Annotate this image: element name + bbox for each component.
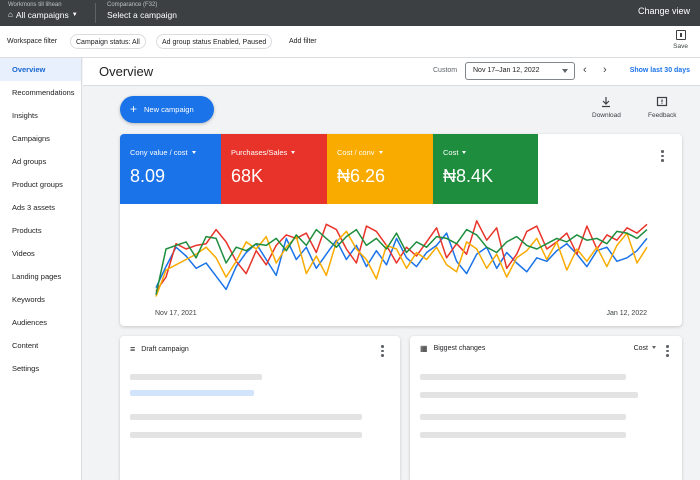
sidebar-item-ad-groups[interactable]: Ad groups	[0, 150, 81, 173]
biggest-changes-title: Biggest changes	[433, 345, 486, 352]
show-last-30-days-link[interactable]: Show last 30 days	[630, 67, 690, 74]
account-selector-label: Workmons till lihean	[8, 2, 62, 8]
sort-value: Cost	[633, 345, 648, 352]
save-icon	[675, 30, 686, 40]
x-axis-start-label: Nov 17, 2021	[155, 310, 197, 317]
sidebar-item-videos[interactable]: Videos	[0, 242, 81, 265]
metric-name: Purchases/Sales	[231, 148, 288, 157]
campaign-selector-label: Comparance (F32)	[107, 2, 158, 8]
caret-down-icon	[378, 151, 383, 154]
metric-value: 8.09	[130, 166, 166, 186]
sidebar-item-products[interactable]: Products	[0, 219, 81, 242]
home-icon: ⌂	[8, 10, 13, 19]
campaign-selector-value: Select a campaign	[107, 10, 177, 20]
sidebar-item-insights[interactable]: Insights	[0, 104, 81, 127]
metric-name: Cost / conv	[337, 148, 375, 157]
campaign-status-filter[interactable]: Campaign status: All	[70, 34, 146, 49]
sort-dropdown[interactable]: Cost	[634, 345, 656, 352]
blurred-link	[130, 390, 254, 396]
ad-group-status-filter[interactable]: Ad group status Enabled, Paused	[156, 34, 273, 49]
chart-icon: ▦	[420, 344, 428, 353]
download-label: Download	[592, 112, 621, 119]
page-title: Overview	[99, 64, 154, 79]
sidebar-item-ads-3-assets[interactable]: Ads 3 assets	[0, 196, 81, 219]
add-filter-button[interactable]: Add filter	[284, 34, 322, 49]
workspace-filter[interactable]: Workspace filter	[2, 34, 62, 49]
blurred-text	[420, 432, 626, 438]
metric-tile-cost[interactable]: Cost ₦8.4K	[433, 134, 538, 204]
previous-period-button[interactable]: ‹	[583, 64, 587, 76]
list-icon: ≡	[130, 344, 136, 354]
metric-tile-cost-per-conv[interactable]: Cost / conv ₦6.26	[327, 134, 433, 204]
caret-down-icon	[191, 151, 196, 154]
chart-series-line-3	[155, 228, 648, 295]
blurred-text	[420, 392, 638, 398]
page-header: Overview Custom Nov 17–Jan 12, 2022 ‹ › …	[83, 58, 700, 86]
plus-icon: +	[130, 102, 138, 116]
line-chart: Nov 17, 2021 Jan 12, 2022	[155, 220, 648, 317]
top-bar: Workmons till lihean ⌂ All campaigns ▼ C…	[0, 0, 700, 26]
blurred-text	[130, 374, 262, 380]
biggest-changes-card: ▦ Biggest changes Cost	[410, 336, 682, 480]
more-options-icon[interactable]	[381, 345, 384, 359]
metric-value: ₦6.26	[337, 166, 386, 186]
topbar-divider	[95, 3, 96, 23]
metric-value: 68K	[231, 166, 264, 186]
date-range-picker[interactable]: Nov 17–Jan 12, 2022	[465, 62, 575, 80]
sidebar-item-settings[interactable]: Settings	[0, 357, 81, 380]
metric-name: Cony value / cost	[130, 148, 188, 157]
sidebar-item-keywords[interactable]: Keywords	[0, 288, 81, 311]
metric-value: ₦8.4K	[443, 166, 494, 186]
metric-name: Cost	[443, 148, 459, 157]
account-selector[interactable]: Workmons till lihean ⌂ All campaigns ▼	[8, 2, 90, 21]
caret-down-icon	[562, 69, 568, 73]
feedback-icon	[657, 96, 668, 107]
save-label: Save	[673, 43, 688, 50]
new-campaign-button[interactable]: + New campaign	[120, 96, 214, 123]
performance-chart-card: Cony value / cost 8.09 Purchases/Sales 6…	[120, 134, 682, 326]
sidebar-item-audiences[interactable]: Audiences	[0, 311, 81, 334]
more-options-icon[interactable]	[666, 345, 669, 359]
sidebar-item-campaigns[interactable]: Campaigns	[0, 127, 81, 150]
sidebar-item-overview[interactable]: Overview	[0, 58, 81, 81]
caret-down-icon	[291, 151, 296, 154]
blurred-text	[420, 414, 626, 420]
date-mode-label: Custom	[433, 67, 458, 74]
feedback-label: Feedback	[648, 112, 677, 119]
caret-down-icon	[652, 346, 656, 349]
more-options-icon[interactable]	[661, 150, 664, 164]
download-icon	[602, 97, 611, 108]
metric-tile-purchases-sales[interactable]: Purchases/Sales 68K	[221, 134, 327, 204]
date-range-value: Nov 17–Jan 12, 2022	[473, 67, 540, 74]
sidebar: Overview Recommendations Insights Campaigns…	[0, 58, 82, 480]
blurred-text	[130, 432, 362, 438]
next-period-button[interactable]: ›	[603, 64, 607, 76]
x-axis-end-label: Jan 12, 2022	[607, 310, 648, 317]
save-button[interactable]: Save	[673, 30, 688, 50]
caret-down-icon	[462, 151, 467, 154]
new-campaign-label: New campaign	[144, 105, 194, 114]
draft-campaign-card: ≡ Draft campaign	[120, 336, 400, 480]
download-button[interactable]: Download	[592, 96, 621, 119]
feedback-button[interactable]: Feedback	[648, 96, 677, 119]
blurred-text	[420, 374, 626, 380]
draft-campaign-title: Draft campaign	[141, 345, 189, 353]
account-selector-value: All campaigns	[15, 10, 69, 20]
sidebar-item-content[interactable]: Content	[0, 334, 81, 357]
blurred-text	[130, 414, 362, 420]
filter-bar: Workspace filter Campaign status: All Ad…	[0, 26, 700, 58]
sidebar-item-landing-pages[interactable]: Landing pages	[0, 265, 81, 288]
metric-tile-conv-value-cost[interactable]: Cony value / cost 8.09	[120, 134, 221, 204]
sidebar-item-recommendations[interactable]: Recommendations	[0, 81, 81, 104]
sidebar-item-product-groups[interactable]: Product groups	[0, 173, 81, 196]
caret-down-icon: ▼	[71, 12, 78, 18]
campaign-selector[interactable]: Comparance (F32) Select a campaign	[107, 2, 177, 21]
change-view-button[interactable]: Change view	[638, 6, 690, 16]
